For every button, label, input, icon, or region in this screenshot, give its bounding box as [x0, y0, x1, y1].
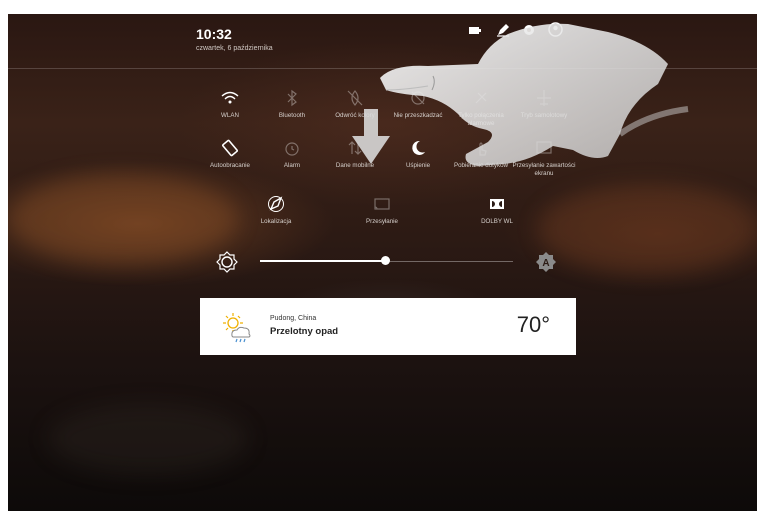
airplane-icon	[537, 90, 551, 106]
divider	[8, 68, 757, 69]
weather-city: Pudong, China	[270, 315, 317, 322]
tile-label: Tryb samolotowy	[520, 112, 568, 119]
tile-label: WLAN	[221, 112, 239, 119]
tile-invert-colors[interactable]: Odwróć kolory	[323, 88, 387, 120]
wallpaper-glow	[8, 174, 238, 264]
tile-cast[interactable]: Przesyłanie	[350, 194, 414, 226]
tile-label: Odwróć kolory	[335, 112, 375, 119]
battery-icon	[469, 27, 481, 34]
wifi-icon	[221, 91, 239, 104]
brightness-slider-thumb[interactable]	[381, 256, 390, 265]
location-icon	[268, 196, 284, 212]
tile-label: Przesyłanie	[366, 218, 398, 225]
clock: 10:32	[196, 26, 232, 42]
brightness-icon	[216, 251, 238, 273]
tile-auto-rotate[interactable]: Autoobracanie	[198, 138, 262, 170]
weather-temperature: 70°	[516, 312, 550, 337]
wallpaper-glow	[538, 184, 757, 274]
tile-label: Nie przeszkadzać	[393, 112, 443, 119]
tile-label: Uśpienie	[405, 162, 431, 169]
brightness-slider-fill	[260, 260, 386, 262]
cast-icon	[374, 198, 390, 210]
tile-label: Autoobracanie	[210, 162, 250, 169]
do-not-disturb-icon	[411, 91, 425, 105]
tile-label: Dane mobilne	[335, 162, 375, 169]
mobile-data-icon	[348, 141, 362, 155]
tile-bluetooth[interactable]: Bluetooth	[260, 88, 324, 120]
weather-card[interactable]: Pudong, China Przelotny opad 70°	[200, 298, 576, 355]
bluetooth-icon	[287, 89, 297, 107]
tile-label: Tylko połączenia alarmowe	[458, 112, 504, 127]
dolby-icon	[490, 199, 504, 209]
alarm-icon	[285, 142, 299, 156]
tile-do-not-disturb[interactable]: Nie przeszkadzać	[386, 88, 450, 120]
touch-icon	[479, 142, 487, 156]
tile-dolby[interactable]: DOLBY WL	[465, 194, 529, 226]
tile-alarm[interactable]: Alarm	[260, 138, 324, 170]
tile-sleep[interactable]: Uśpienie	[386, 138, 450, 170]
svg-text:A: A	[542, 258, 549, 269]
wallpaper-glow	[48, 404, 248, 474]
date-label: czwartek, 6 października	[196, 45, 273, 52]
tile-label: Alarm	[283, 162, 301, 169]
sleep-icon	[412, 140, 425, 155]
tile-label: Pobieranie dotyków	[453, 162, 508, 169]
account-icon[interactable]	[548, 22, 563, 37]
tile-emergency-calls[interactable]: Tylko połączenia alarmowe	[449, 88, 513, 128]
tile-label: DOLBY WL	[481, 218, 513, 225]
weather-condition: Przelotny opad	[270, 326, 339, 337]
settings-icon[interactable]	[522, 23, 536, 37]
invert-colors-icon	[347, 90, 363, 106]
partly-sunny-rain-icon	[223, 313, 251, 343]
tile-airplane-mode[interactable]: Tryb samolotowy	[512, 88, 576, 120]
notification-shade: 10:32 czwartek, 6 października WLAN Blue…	[8, 14, 757, 511]
edit-icon[interactable]	[496, 23, 510, 37]
tile-screen-cast[interactable]: Przesyłanie zawartości ekranu	[512, 138, 576, 178]
tile-touch[interactable]: Pobieranie dotyków	[449, 138, 513, 170]
tile-wlan[interactable]: WLAN	[198, 88, 262, 120]
tile-label: Bluetooth	[278, 112, 306, 119]
screen-cast-icon	[536, 141, 552, 154]
tile-location[interactable]: Lokalizacja	[244, 194, 308, 226]
tile-label: Przesyłanie zawartości ekranu	[512, 162, 576, 177]
tile-label: Lokalizacja	[260, 218, 292, 225]
tile-mobile-data[interactable]: Dane mobilne	[323, 138, 387, 170]
auto-rotate-icon	[222, 139, 238, 157]
auto-brightness-icon[interactable]: A	[535, 251, 557, 273]
emergency-calls-icon	[475, 92, 487, 104]
